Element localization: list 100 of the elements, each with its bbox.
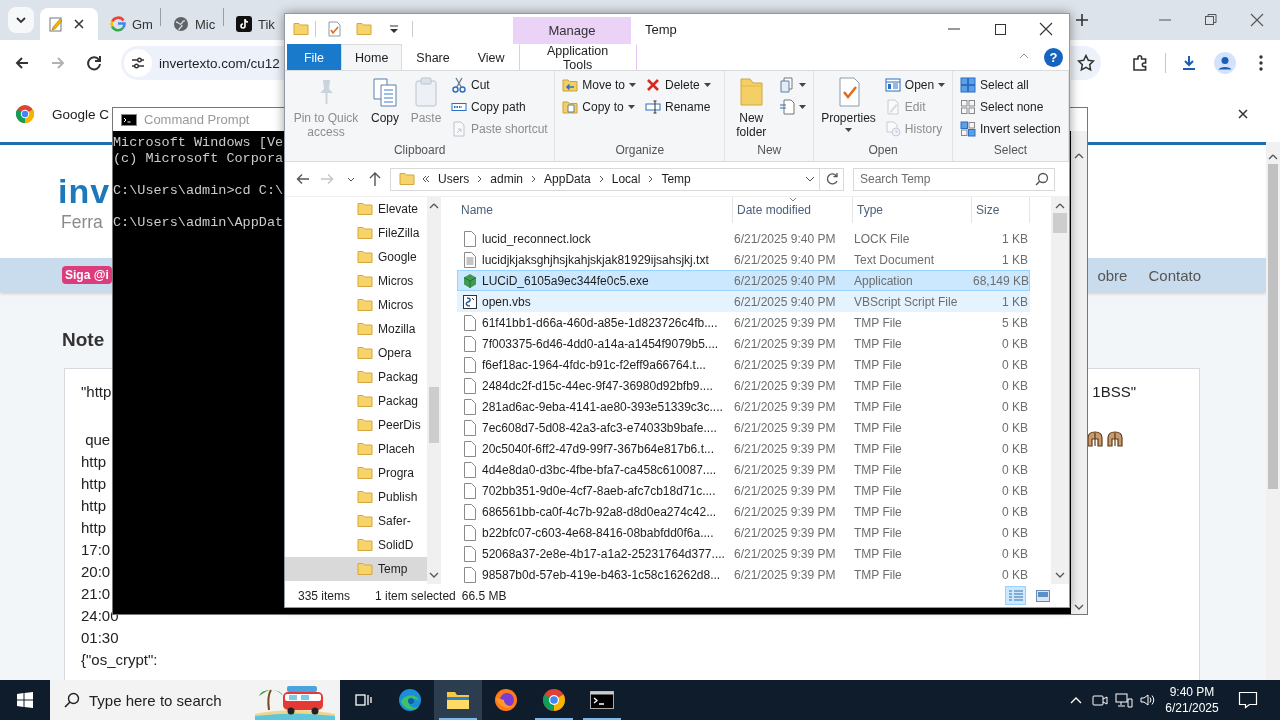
column-header[interactable]: Size (972, 197, 1030, 223)
folder-item[interactable]: PeerDis (285, 413, 427, 437)
ribbon-tab[interactable]: Share (402, 44, 464, 70)
nav-link[interactable]: Contato (1148, 266, 1201, 284)
browser-tab[interactable]: Mic (161, 8, 223, 40)
column-header[interactable]: Date modified (733, 197, 853, 223)
file-date: 6/21/2025 9:39 PM (734, 399, 837, 414)
file-row[interactable]: 4d4e8da0-d3bc-4fbe-bfa7-ca458c610087.... 6/21/2025 9:39 PM TMP File 0 KB (457, 459, 1030, 480)
breadcrumb[interactable]: Local (610, 172, 642, 186)
file-row[interactable]: 61f41bb1-d66a-460d-a85e-1d823726c4fb.... 6/21/2025 9:39 PM TMP File 5 KB (457, 312, 1030, 333)
refresh-button[interactable] (820, 167, 844, 191)
chevron-down-icon[interactable] (805, 176, 815, 182)
caret-icon (938, 83, 946, 87)
properties-button[interactable]: Properties (818, 74, 879, 134)
site-info-button[interactable] (124, 49, 152, 77)
file-row[interactable]: f6ef18ac-1964-4fdc-b91c-f2eff9a66764.t... 6/21/2025 9:39 PM TMP File 0 KB (457, 354, 1030, 375)
nav-link[interactable]: obre (1097, 266, 1128, 284)
breadcrumb[interactable]: AppData (543, 172, 592, 186)
file-row[interactable]: lucid_reconnect.lock 6/21/2025 9:40 PM LOCK File 1 KB (457, 228, 1030, 249)
breadcrumb[interactable]: admin (489, 172, 525, 186)
follow-badge[interactable]: Siga @i (62, 266, 112, 284)
help-button[interactable]: ? (1044, 47, 1063, 67)
new-folder-button[interactable]: New folder (729, 74, 774, 141)
file-row[interactable]: 2484dc2f-d15c-44ec-9f47-36980d92bfb9.... 6/21/2025 9:39 PM TMP File 0 KB (457, 375, 1030, 396)
cut-button[interactable]: Cut (448, 74, 551, 96)
scrollbar[interactable] (1266, 142, 1280, 680)
file-row[interactable]: open.vbs 6/21/2025 9:40 PM VBScript Script File 1 KB (457, 291, 1030, 312)
clock[interactable]: 9:40 PM 6/21/2025 (1164, 680, 1220, 720)
folder-icon (357, 345, 373, 361)
folder-item[interactable]: Mozilla (285, 317, 427, 341)
folder-item[interactable]: Packag (285, 389, 427, 413)
scrollbar[interactable] (427, 197, 441, 584)
edge-icon (398, 688, 422, 712)
file-name: 20c5040f-6ff2-47d9-99f7-367b64e817b6.t... (482, 441, 715, 456)
file-size: 0 KB (1001, 357, 1029, 372)
move-to-button[interactable]: Move to (559, 74, 639, 96)
breadcrumb[interactable]: Users (437, 172, 471, 186)
folder-item[interactable]: Progra (285, 461, 427, 485)
copy-path-button[interactable]: Copy path (448, 96, 551, 118)
rename-button[interactable]: Rename (642, 96, 714, 118)
column-header[interactable]: Type (853, 197, 972, 223)
item-count: 335 items (298, 588, 351, 603)
ribbon-tab[interactable]: File (287, 44, 341, 70)
scrollbar-thumb[interactable] (429, 387, 439, 443)
select-none-button[interactable]: Select none (957, 96, 1064, 118)
scrollbar[interactable] (1071, 131, 1087, 614)
terminal-icon (121, 111, 137, 128)
file-row[interactable]: 686561bb-ca0f-4c7b-92a8-d8d0ea274c42... 6/21/2025 9:39 PM TMP File 0 KB (457, 501, 1030, 522)
folder-item[interactable]: Packag (285, 365, 427, 389)
search-field[interactable]: Search Temp (853, 167, 1055, 191)
file-row[interactable]: 20c5040f-6ff2-47d9-99f7-367b64e817b6.t... 6/21/2025 9:39 PM TMP File 0 KB (457, 438, 1030, 459)
ribbon-tab[interactable]: Home (341, 44, 403, 70)
file-row[interactable]: 702bb351-9d0e-4cf7-8aeb-afc7cb18d71c.... 6/21/2025 9:39 PM TMP File 0 KB (457, 480, 1030, 501)
file-explorer-button[interactable] (434, 680, 482, 720)
file-row[interactable]: 7f003375-6d46-4dd0-a14a-a1454f9079b5.... 6/21/2025 9:39 PM TMP File 0 KB (457, 333, 1030, 354)
invert-selection-button[interactable]: Invert selection (957, 118, 1064, 140)
url-text: invertexto.com/cu12 (159, 55, 280, 71)
file-row[interactable]: 7ec608d7-5d08-42a3-afc3-e74033b9bafe.... 6/21/2025 9:39 PM TMP File 0 KB (457, 417, 1030, 438)
select-all-button[interactable]: Select all (957, 74, 1064, 96)
file-row[interactable]: 52068a37-2e8e-4b17-a1a2-25231764d377.... 6/21/2025 9:39 PM TMP File 0 KB (457, 543, 1030, 564)
delete-button[interactable]: Delete (642, 74, 714, 96)
folder-item[interactable]: Google (285, 245, 427, 269)
tab-search-button[interactable] (8, 7, 34, 33)
file-row[interactable]: lucidjkjaksghjhsjkahjskjak81929ijsahsjkj.txt 6/21/2025 9:40 PM Text Document 1 KB (457, 249, 1030, 270)
folder-item[interactable]: SolidD (285, 533, 427, 557)
file-row[interactable]: 98587b0d-57eb-419e-b463-1c58c16262d8... 6/21/2025 9:39 PM TMP File 0 KB (457, 564, 1030, 585)
window-title: Command Prompt (144, 112, 250, 127)
firefox-icon (494, 688, 518, 712)
folder-item[interactable]: Micros (285, 269, 427, 293)
scrollbar-thumb[interactable] (1053, 213, 1067, 233)
file-row[interactable]: 281ad6ac-9eba-4141-ae80-393e51339c3c.... 6/21/2025 9:39 PM TMP File 0 KB (457, 396, 1030, 417)
bookmark-button[interactable] (1071, 46, 1101, 80)
ribbon-tab[interactable]: View (463, 44, 519, 70)
folder-item[interactable]: Temp (285, 557, 427, 581)
file-row[interactable]: b22bfc07-c603-4e68-8416-08babfdd0f6a.... 6/21/2025 9:39 PM TMP File 0 KB (457, 522, 1030, 543)
open-button[interactable]: Open (881, 74, 949, 96)
scrollbar-thumb[interactable] (1268, 164, 1278, 489)
folder-item[interactable]: Publish (285, 485, 427, 509)
browser-tab[interactable]: Gm (98, 8, 160, 40)
copy-button[interactable]: Copy (366, 74, 404, 127)
file-row[interactable]: LUCiD_6105a9ec344fe0c5.exe 6/21/2025 9:40 PM Application 68,149 KB (457, 270, 1030, 291)
close-icon[interactable] (72, 17, 86, 31)
folder-item[interactable]: Placeh (285, 437, 427, 461)
note-text: "http (81, 382, 112, 400)
console-line: C:\Users\admin\AppDat (113, 215, 284, 231)
folder-item[interactable]: Safer- (285, 509, 427, 533)
column-header[interactable]: Name (457, 197, 733, 223)
folder-copy-icon (562, 99, 579, 115)
raised-hands-icon (1086, 430, 1104, 448)
folder-item[interactable]: Opera (285, 341, 427, 365)
scrollbar[interactable] (1051, 197, 1069, 584)
folder-item[interactable]: FileZilla (285, 221, 427, 245)
scroll-down-icon (1074, 604, 1084, 610)
breadcrumb[interactable]: Temp (660, 172, 692, 186)
folder-item[interactable]: Micros (285, 293, 427, 317)
folder-item[interactable]: Elevate (285, 197, 427, 221)
address-bar[interactable]: invertexto.com/cu12 (121, 46, 284, 80)
copy-to-button[interactable]: Copy to (559, 96, 639, 118)
address-bar[interactable]: Users admin AppData Local Temp (390, 167, 820, 191)
file-size: 0 KB (1001, 462, 1029, 477)
